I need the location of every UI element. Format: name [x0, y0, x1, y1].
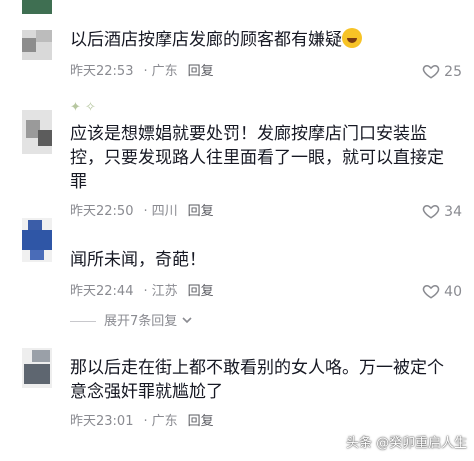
comment-time: 昨天22:44	[70, 284, 134, 299]
like-button[interactable]: 40	[422, 282, 472, 302]
comment-location: 四川	[151, 204, 178, 219]
avatar-fragment	[22, 0, 52, 14]
comment-meta: 昨天22:53 · 广东 回复 25	[70, 62, 464, 82]
heart-icon	[422, 64, 440, 79]
avatar[interactable]	[22, 30, 52, 60]
comment-text: 应该是想嫖娼就要处罚！发廊按摩店门口安装监控，只要发现路人往里面看了一眼，就可以…	[70, 124, 444, 192]
comment-text: 那以后走在街上都不敢看别的女人咯。万一被定个意念强奸罪就尴尬了	[70, 358, 444, 402]
avatar[interactable]	[22, 218, 52, 262]
like-button[interactable]: 34	[422, 202, 472, 222]
avatar[interactable]	[22, 110, 52, 154]
reply-button[interactable]: 回复	[188, 204, 214, 219]
expand-replies-button[interactable]: 展开7条回复	[70, 312, 193, 332]
like-count: 25	[444, 64, 462, 80]
watermark: 头条 @癸卯重启人生	[346, 436, 468, 451]
heart-icon	[422, 204, 440, 219]
comment-text: 闻所未闻，奇葩！	[70, 250, 206, 270]
comment-meta: 昨天23:01 · 广东 回复	[70, 414, 214, 429]
comment-text: 以后酒店按摩店发廊的顾客都有嫌疑	[70, 28, 464, 52]
chevron-down-icon	[182, 317, 192, 324]
reply-button[interactable]: 回复	[188, 284, 214, 299]
like-count: 40	[444, 284, 462, 300]
comment-time: 昨天22:50	[70, 204, 134, 219]
top-partial-avatar-strip	[0, 0, 474, 14]
avatar[interactable]	[22, 348, 52, 388]
heart-icon	[422, 284, 440, 299]
laughing-crying-emoji-icon	[342, 28, 362, 48]
reply-button[interactable]: 回复	[188, 64, 214, 79]
reply-button[interactable]: 回复	[188, 414, 214, 429]
comment-time: 昨天22:53	[70, 64, 134, 79]
comment-meta: 昨天22:44 · 江苏 回复 40	[70, 282, 464, 302]
comment-meta: 昨天22:50 · 四川 回复 34	[70, 202, 464, 222]
sparkle-icon: ✦ ✧	[70, 100, 96, 115]
comment-location: 广东	[151, 414, 178, 429]
comment-location: 江苏	[151, 284, 178, 299]
comment-location: 广东	[151, 64, 178, 79]
comment-time: 昨天23:01	[70, 414, 134, 429]
like-button[interactable]: 25	[422, 62, 472, 82]
like-count: 34	[444, 204, 462, 220]
